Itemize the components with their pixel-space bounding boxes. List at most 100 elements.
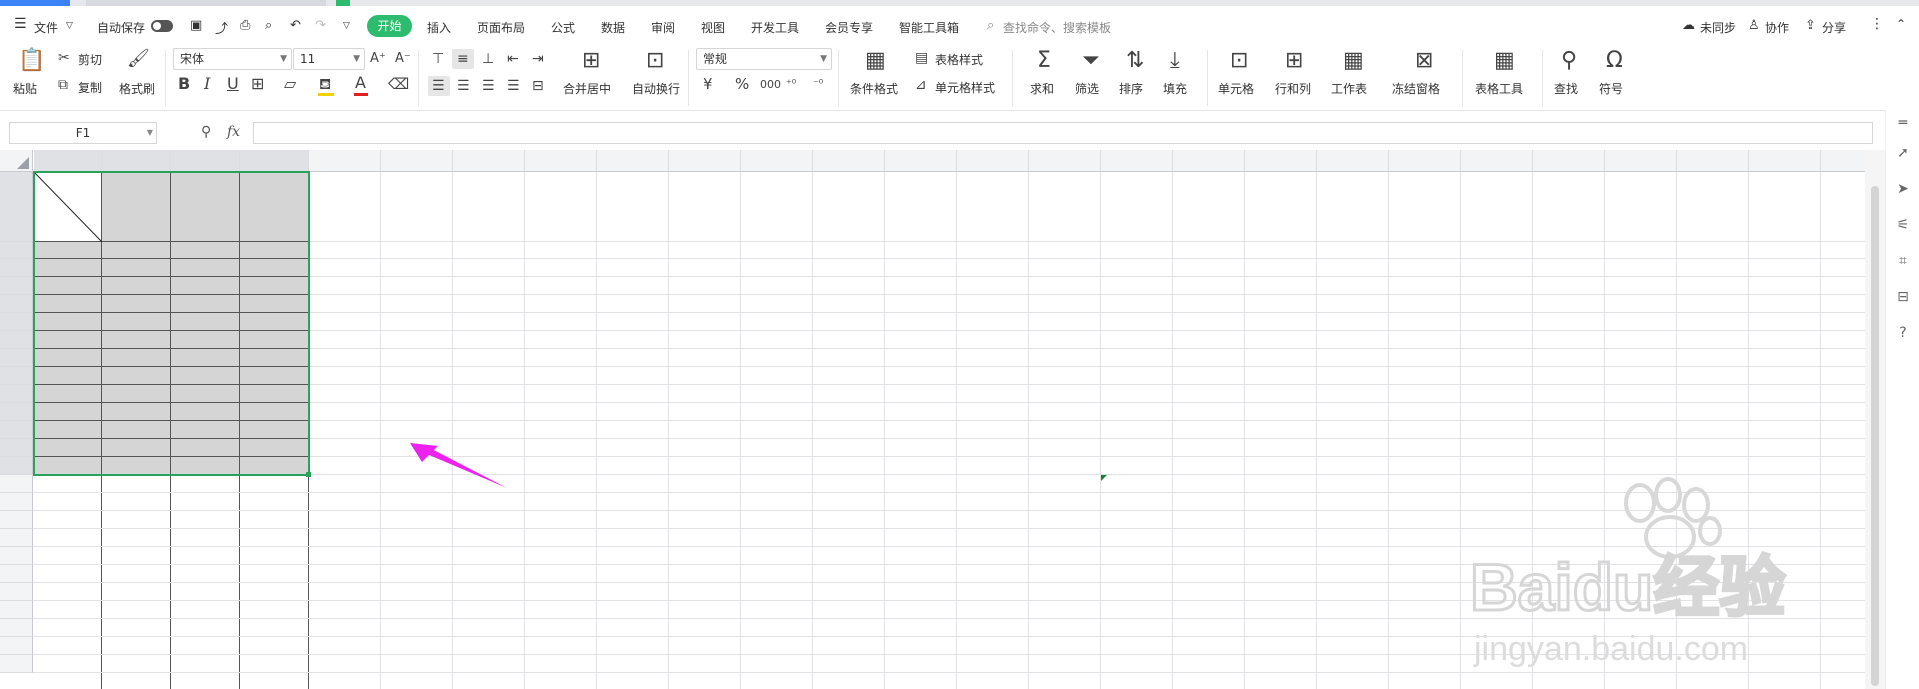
- sync-status-button[interactable]: 未同步: [1700, 19, 1736, 36]
- bold-button[interactable]: B: [178, 76, 190, 92]
- indent-increase-icon[interactable]: ⇥: [532, 52, 544, 66]
- tab-page-layout[interactable]: 页面布局: [477, 19, 525, 36]
- italic-button[interactable]: I: [204, 76, 210, 92]
- fill-color-icon[interactable]: ⛾: [319, 77, 331, 92]
- table-style-button[interactable]: 表格样式: [935, 51, 983, 68]
- freeze-button[interactable]: 冻结窗格: [1392, 80, 1440, 97]
- cond-format-icon[interactable]: ▦: [865, 50, 886, 72]
- column-header-X[interactable]: [1317, 150, 1389, 172]
- hamburger-icon[interactable]: ☰: [14, 16, 27, 32]
- chevron-down-icon[interactable]: ▽: [66, 21, 73, 31]
- column-header-Q[interactable]: [813, 150, 885, 172]
- table-tools-icon[interactable]: ▦: [1494, 50, 1515, 72]
- column-header-AA[interactable]: [1533, 150, 1605, 172]
- zoom-formula-icon[interactable]: ⚲: [201, 124, 211, 140]
- merge-center-button[interactable]: 合并居中: [563, 80, 611, 97]
- symbol-button[interactable]: 符号: [1599, 80, 1623, 97]
- find-button[interactable]: 查找: [1554, 80, 1578, 97]
- column-header-R[interactable]: [885, 150, 957, 172]
- font-name-select[interactable]: 宋体 ▼: [173, 48, 292, 70]
- column-header-V[interactable]: [1173, 150, 1245, 172]
- symbol-icon[interactable]: Ω: [1606, 50, 1623, 72]
- font-increase-icon[interactable]: A⁺: [370, 52, 386, 66]
- fill-button[interactable]: 填充: [1163, 80, 1187, 97]
- tab-developer[interactable]: 开发工具: [751, 19, 799, 36]
- row-header-22[interactable]: [0, 601, 33, 619]
- clear-icon[interactable]: ⌫: [388, 77, 409, 92]
- fx-icon[interactable]: fx: [227, 124, 240, 140]
- decimal-decrease-icon[interactable]: ⁻⁰: [813, 77, 823, 91]
- tab-formula[interactable]: 公式: [551, 19, 575, 36]
- table-style-icon[interactable]: ▤: [915, 51, 928, 65]
- worksheet-icon[interactable]: ▦: [1343, 50, 1364, 72]
- merge-center-icon[interactable]: ⊞: [582, 50, 600, 72]
- column-header-AC[interactable]: [1677, 150, 1749, 172]
- export-icon[interactable]: ⤴: [215, 18, 228, 37]
- row-header-23[interactable]: [0, 619, 33, 637]
- column-header-H[interactable]: [171, 150, 240, 172]
- tab-view[interactable]: 视图: [701, 19, 725, 36]
- redo-icon[interactable]: ↷: [315, 18, 326, 33]
- help-icon[interactable]: ?: [1894, 324, 1912, 342]
- print-preview-icon[interactable]: ⌕: [265, 18, 272, 33]
- more-icon[interactable]: ⋮: [1870, 16, 1884, 32]
- row-header-6[interactable]: [0, 313, 33, 331]
- freeze-icon[interactable]: ⊠: [1415, 50, 1433, 72]
- undo-icon[interactable]: ↶: [290, 18, 301, 33]
- font-size-select[interactable]: 11 ▼: [293, 48, 365, 70]
- column-header-W[interactable]: [1245, 150, 1317, 172]
- column-header-Z[interactable]: [1461, 150, 1533, 172]
- collapse-ribbon-icon[interactable]: ⌃: [1896, 17, 1906, 31]
- sum-button[interactable]: 求和: [1030, 80, 1054, 97]
- column-header-Y[interactable]: [1389, 150, 1461, 172]
- sort-button[interactable]: 排序: [1119, 80, 1143, 97]
- collab-button[interactable]: 协作: [1765, 19, 1789, 36]
- cell-style-button[interactable]: 单元格样式: [935, 79, 995, 96]
- indent-decrease-icon[interactable]: ⇤: [507, 52, 519, 66]
- align-center-icon[interactable]: ☰: [457, 79, 470, 93]
- vertical-scrollbar[interactable]: [1865, 150, 1885, 689]
- column-header-K[interactable]: [381, 150, 453, 172]
- spreadsheet-grid[interactable]: Baidu经验 jingyan.baidu.com: [0, 150, 1865, 689]
- decimal-increase-icon[interactable]: ⁺⁰: [786, 77, 796, 91]
- column-header-L[interactable]: [453, 150, 525, 172]
- column-header-AB[interactable]: [1605, 150, 1677, 172]
- tab-start[interactable]: 开始: [367, 15, 412, 37]
- row-header-14[interactable]: [0, 457, 33, 475]
- column-header-U[interactable]: [1101, 150, 1173, 172]
- row-header-12[interactable]: [0, 421, 33, 439]
- find-icon[interactable]: ⚲: [1561, 50, 1577, 72]
- distributed-icon[interactable]: ⊟: [532, 79, 544, 93]
- command-search-input[interactable]: 查找命令、搜索模板: [1003, 19, 1111, 36]
- tab-smart-toolbox[interactable]: 智能工具箱: [899, 19, 959, 36]
- quick-access-more-icon[interactable]: ▽: [343, 21, 350, 31]
- column-header-I[interactable]: [240, 150, 309, 172]
- border-icon[interactable]: ⊞: [251, 76, 264, 92]
- cell-icon[interactable]: ⊡: [1230, 50, 1248, 72]
- rocket-icon[interactable]: ➚: [1894, 144, 1912, 162]
- column-header-M[interactable]: [525, 150, 597, 172]
- row-header-1[interactable]: [0, 172, 33, 242]
- format-painter-icon[interactable]: 🖌: [127, 50, 150, 68]
- tab-member[interactable]: 会员专享: [825, 19, 873, 36]
- thousands-button[interactable]: 000: [760, 78, 781, 92]
- format-painter-button[interactable]: 格式刷: [119, 80, 155, 97]
- row-header-7[interactable]: [0, 331, 33, 349]
- row-header-5[interactable]: [0, 295, 33, 313]
- layout-icon[interactable]: ⌗: [1894, 252, 1912, 270]
- copy-button[interactable]: 复制: [78, 79, 102, 96]
- autosave-toggle[interactable]: [151, 20, 173, 32]
- column-header-N[interactable]: [597, 150, 669, 172]
- column-header-A[interactable]: [1821, 150, 1865, 172]
- panel-collapse-icon[interactable]: ═: [1894, 114, 1912, 132]
- backup-icon[interactable]: ⊟: [1894, 288, 1912, 306]
- row-header-17[interactable]: [0, 511, 33, 529]
- font-decrease-icon[interactable]: A⁻: [395, 52, 411, 66]
- fill-icon[interactable]: ⤓: [1170, 50, 1180, 72]
- align-right-icon[interactable]: ☰: [482, 79, 495, 93]
- column-header-J[interactable]: [309, 150, 381, 172]
- settings-sliders-icon[interactable]: ⚟: [1894, 216, 1912, 234]
- tab-insert[interactable]: 插入: [427, 19, 451, 36]
- paste-button[interactable]: 粘贴: [13, 80, 37, 97]
- number-format-select[interactable]: 常规 ▼: [696, 48, 832, 70]
